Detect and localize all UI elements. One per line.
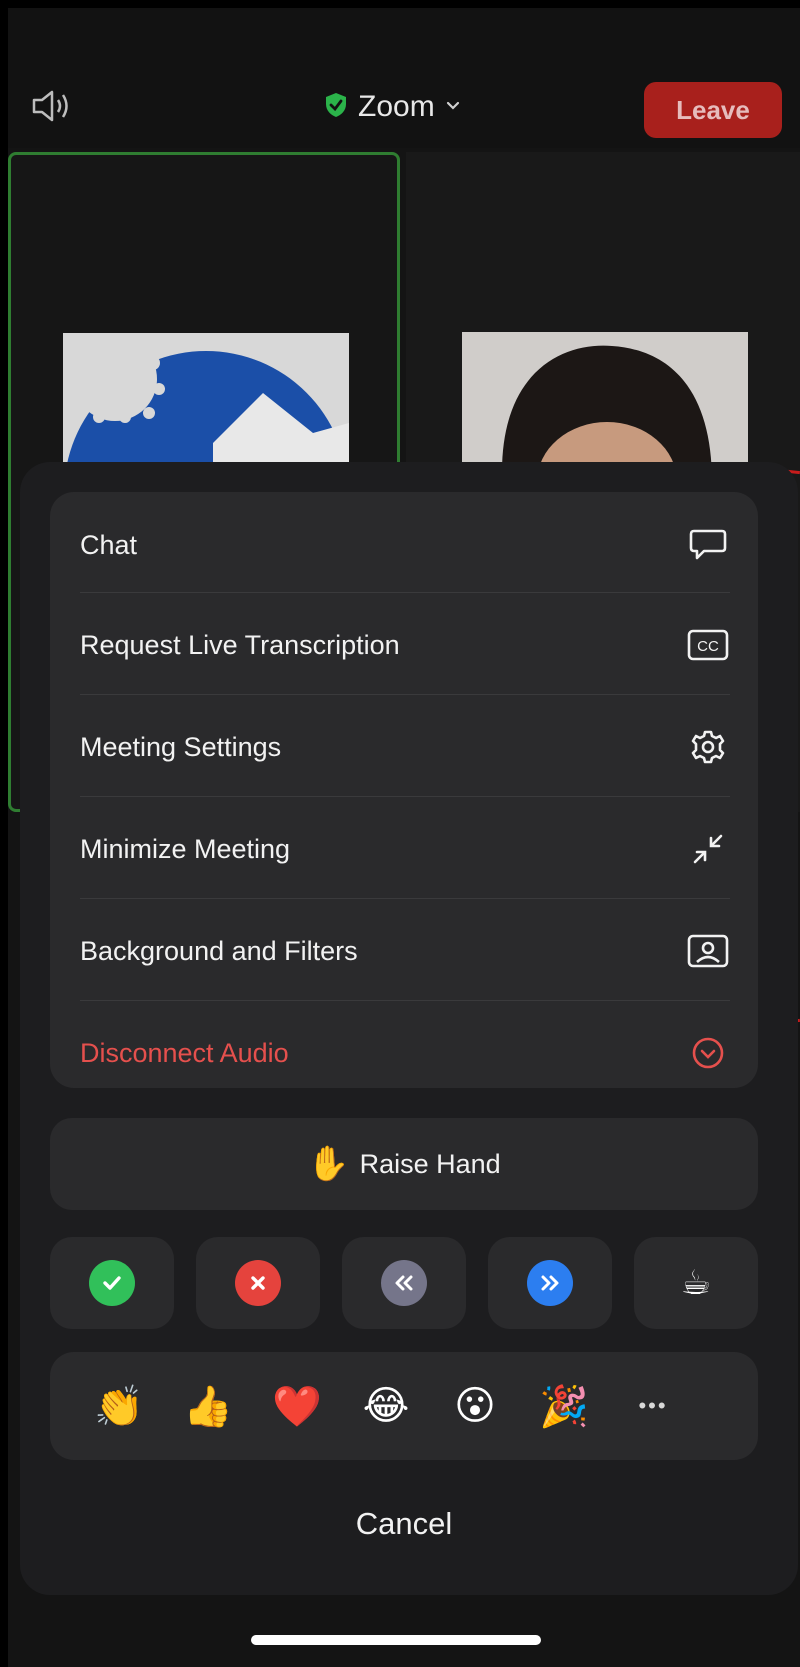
menu-item-label: Background and Filters xyxy=(80,935,358,966)
cancel-button[interactable]: Cancel xyxy=(50,1482,758,1566)
raise-hand-label: Raise Hand xyxy=(359,1148,501,1179)
party-reaction[interactable]: 🎉 xyxy=(519,1352,609,1460)
nonverbal-feedback-row: ☕ xyxy=(50,1237,758,1329)
heart-icon: ❤️ xyxy=(272,1384,322,1429)
meeting-title-text: Zoom xyxy=(358,90,435,123)
cancel-label: Cancel xyxy=(355,1506,453,1541)
cc-icon: CC xyxy=(686,623,730,667)
menu-item-background-filters[interactable]: Background and Filters xyxy=(80,898,730,1004)
slower-button[interactable] xyxy=(342,1237,466,1329)
fast-forward-icon xyxy=(527,1260,573,1306)
menu-item-disconnect-audio[interactable]: Disconnect Audio xyxy=(80,1000,730,1088)
reactions-row: 👏 👍 ❤️ 😂 😮 🎉 ••• xyxy=(50,1352,758,1460)
home-indicator[interactable] xyxy=(251,1635,541,1645)
more-options-sheet: Chat Request Live Transcription CC Meeti… xyxy=(20,462,798,1595)
thumbs-up-reaction[interactable]: 👍 xyxy=(163,1352,253,1460)
raise-hand-button[interactable]: ✋ Raise Hand xyxy=(50,1118,758,1210)
speaker-icon[interactable] xyxy=(30,88,76,124)
minimize-icon xyxy=(686,827,730,871)
x-icon xyxy=(235,1260,281,1306)
chat-icon xyxy=(686,523,730,567)
laughing-icon: 😂 xyxy=(362,1384,410,1428)
clap-icon: 👏 xyxy=(94,1384,144,1429)
party-popper-icon: 🎉 xyxy=(539,1384,589,1429)
meeting-screen: Zoom Leave Chat Request Live Transcripti… xyxy=(8,8,800,1667)
rewind-icon xyxy=(381,1260,427,1306)
yes-button[interactable] xyxy=(50,1237,174,1329)
menu-item-label: Meeting Settings xyxy=(80,731,282,762)
more-reactions-button[interactable]: ••• xyxy=(608,1352,698,1460)
heart-reaction[interactable]: ❤️ xyxy=(252,1352,342,1460)
check-icon xyxy=(89,1260,135,1306)
surprised-icon: 😮 xyxy=(454,1384,496,1428)
gear-icon xyxy=(686,725,730,769)
more-icon: ••• xyxy=(638,1393,668,1418)
faster-button[interactable] xyxy=(488,1237,612,1329)
top-bar: Zoom Leave xyxy=(8,8,800,148)
menu-item-label: Chat xyxy=(80,529,138,560)
disconnect-audio-icon xyxy=(686,1031,730,1075)
menu-item-meeting-settings[interactable]: Meeting Settings xyxy=(80,694,730,800)
shield-check-icon xyxy=(324,92,348,123)
meeting-title[interactable]: Zoom xyxy=(324,90,461,124)
menu-item-label: Disconnect Audio xyxy=(80,1037,289,1068)
clap-reaction[interactable]: 👏 xyxy=(74,1352,164,1460)
menu-item-label: Minimize Meeting xyxy=(80,833,291,864)
raised-hand-icon: ✋ xyxy=(307,1145,350,1183)
menu-item-live-transcription[interactable]: Request Live Transcription CC xyxy=(80,592,730,698)
background-icon xyxy=(686,929,730,973)
thumbs-up-icon: 👍 xyxy=(183,1384,233,1429)
menu-item-minimize-meeting[interactable]: Minimize Meeting xyxy=(80,796,730,902)
coffee-icon: ☕ xyxy=(680,1264,712,1302)
menu-item-chat[interactable]: Chat xyxy=(80,492,730,598)
menu-item-label: Request Live Transcription xyxy=(80,629,400,660)
leave-button[interactable]: Leave xyxy=(644,82,782,138)
svg-text:CC: CC xyxy=(697,638,719,655)
options-menu: Chat Request Live Transcription CC Meeti… xyxy=(50,492,758,1088)
no-button[interactable] xyxy=(196,1237,320,1329)
chevron-down-icon xyxy=(445,98,461,116)
coffee-break-button[interactable]: ☕ xyxy=(634,1237,758,1329)
surprised-reaction[interactable]: 😮 xyxy=(430,1352,520,1460)
laugh-reaction[interactable]: 😂 xyxy=(341,1352,431,1460)
